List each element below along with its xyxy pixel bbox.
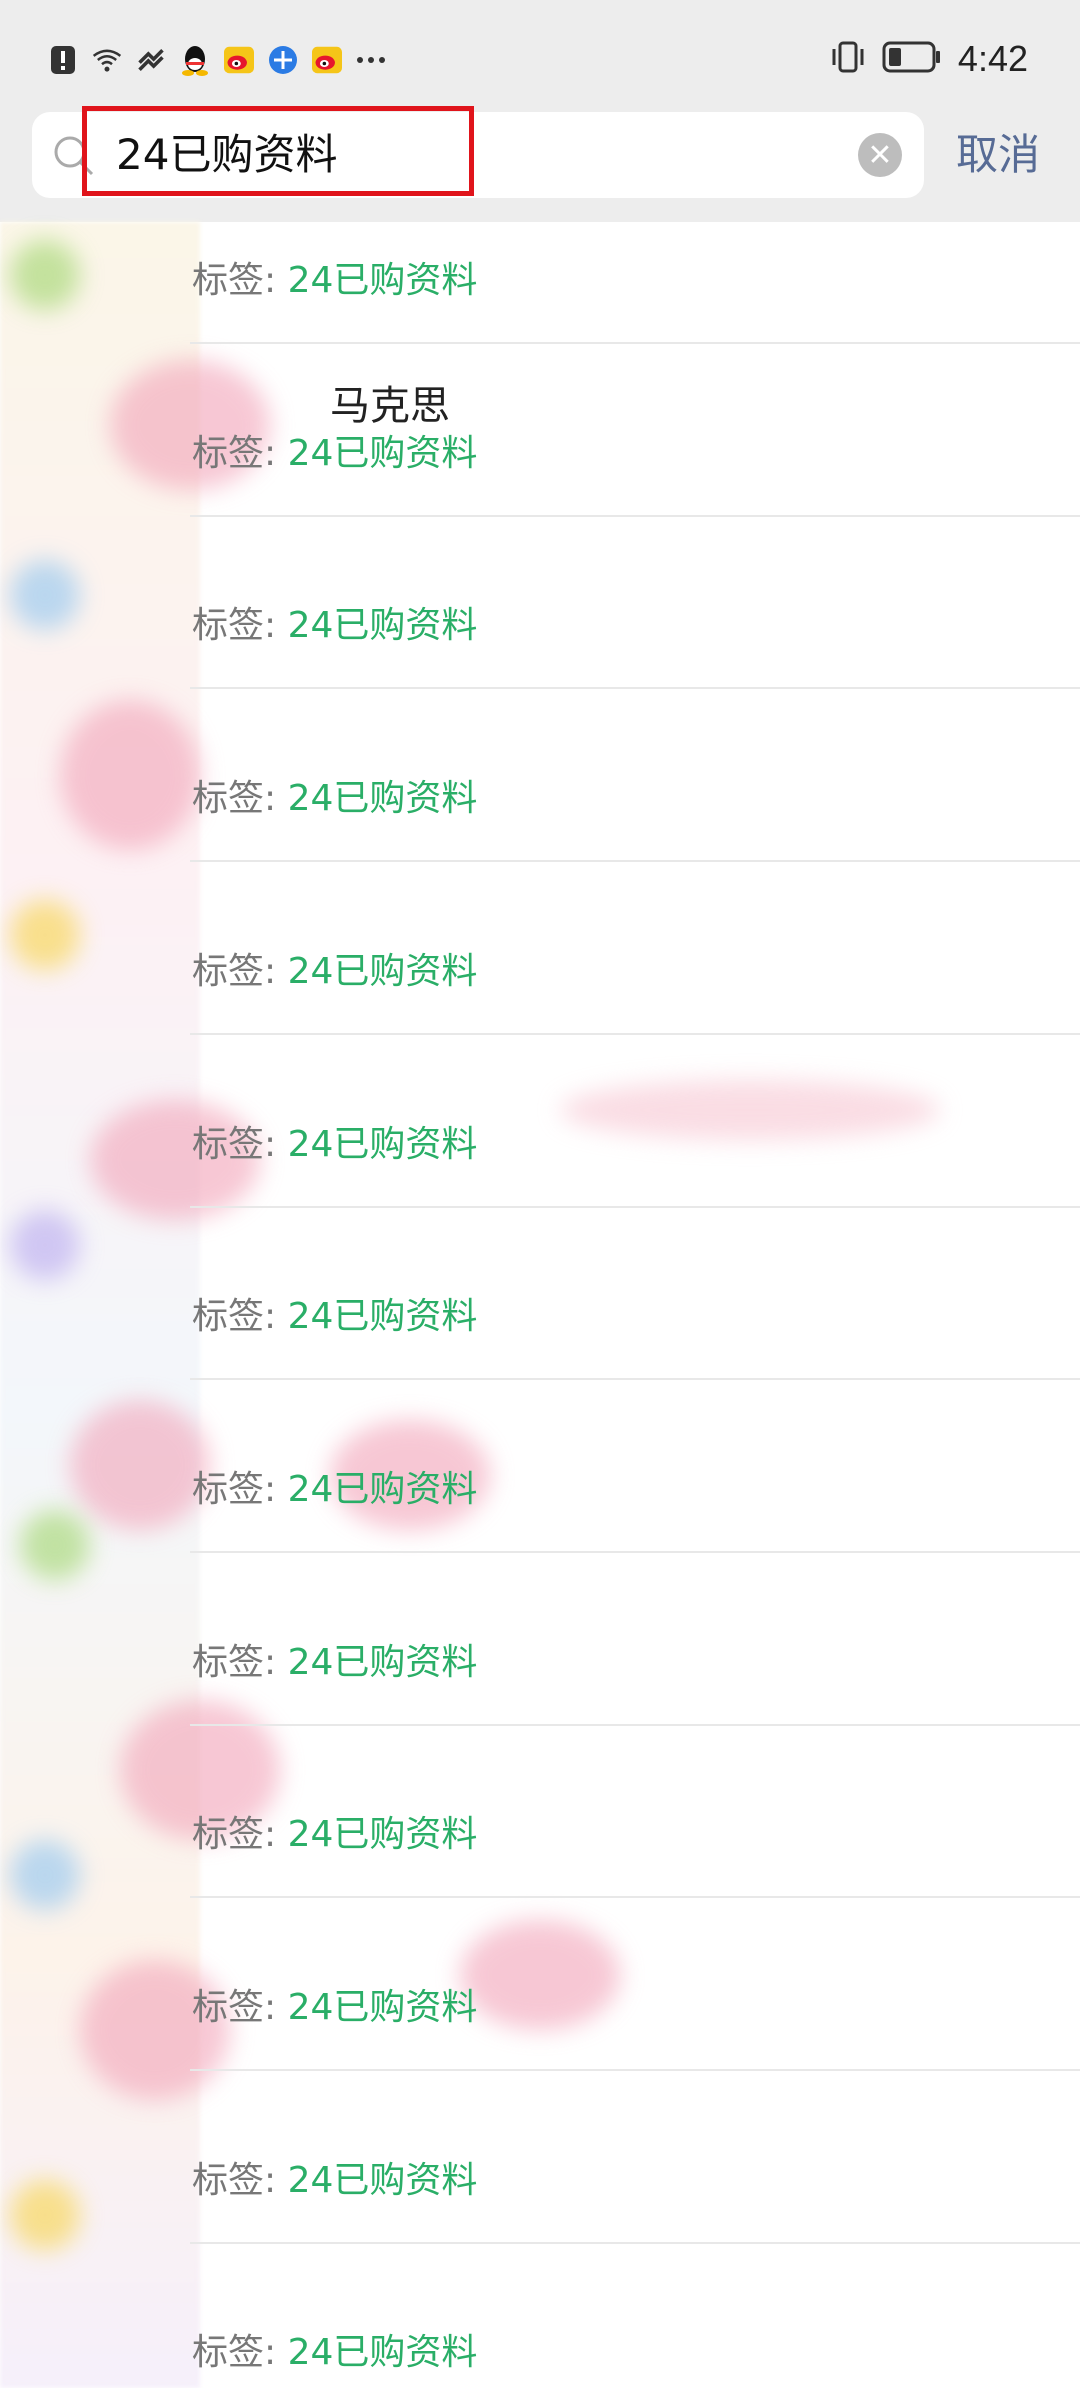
notification-icons xyxy=(48,38,386,82)
result-tag: 标签: 24已购资料 xyxy=(192,1638,477,1688)
weibo-icon xyxy=(224,45,254,75)
result-row[interactable]: 标签: 24已购资料 xyxy=(0,1036,1080,1208)
row-divider xyxy=(190,687,1080,690)
row-divider xyxy=(190,342,1080,344)
qq-icon xyxy=(180,45,210,76)
clock: 4:42 xyxy=(957,38,1028,79)
battery-icon xyxy=(882,41,942,77)
row-divider xyxy=(190,1032,1080,1035)
tag-label: 标签: xyxy=(192,1987,277,2028)
result-row[interactable]: 标签: 24已购资料 xyxy=(0,517,1080,690)
row-divider xyxy=(190,2069,1080,2071)
tag-label: 标签: xyxy=(192,950,277,992)
tag-label: 标签: xyxy=(192,260,277,301)
row-divider xyxy=(190,1723,1080,1726)
tag-label: 标签: xyxy=(192,1814,277,1856)
result-row[interactable]: 标签: 24已购资料 xyxy=(0,2072,1080,2244)
tag-value: 24已购资料 xyxy=(287,260,478,301)
tag-label: 标签: xyxy=(192,605,277,647)
row-divider xyxy=(190,1378,1080,1381)
result-title: 马克思 xyxy=(330,382,450,429)
result-row[interactable]: 标签: 24已购资料 xyxy=(0,222,1080,344)
result-tag: 标签: 24已购资料 xyxy=(192,601,477,651)
result-tag: 标签: 24已购资料 xyxy=(192,1983,477,2033)
result-tag: 标签: 24已购资料 xyxy=(192,774,477,824)
tag-label: 标签: xyxy=(192,1296,277,1338)
row-divider xyxy=(190,1550,1080,1553)
link-icon xyxy=(136,45,166,75)
row-divider xyxy=(190,1896,1080,1899)
result-row[interactable]: 标签: 24已购资料 xyxy=(0,1381,1080,1553)
tag-label: 标签: xyxy=(192,1468,277,1510)
row-divider xyxy=(190,860,1080,863)
search-input[interactable]: 24已购资料 xyxy=(116,124,476,186)
tag-value: 24已购资料 xyxy=(287,1641,478,1683)
result-row[interactable]: 马克思 标签: 24已购资料 xyxy=(0,345,1080,517)
tag-label: 标签: xyxy=(192,432,277,474)
tag-value: 24已购资料 xyxy=(287,1123,478,1165)
weibo-icon xyxy=(312,45,342,75)
result-row[interactable]: 标签: 24已购资料 xyxy=(0,1208,1080,1381)
search-header: 24已购资料 ✕ 取消 xyxy=(0,106,1080,222)
tag-label: 标签: xyxy=(192,1641,277,1683)
result-row[interactable]: 标签: 24已购资料 xyxy=(0,1726,1080,1899)
result-row[interactable]: 标签: 24已购资料 xyxy=(0,690,1080,863)
row-divider xyxy=(190,514,1080,517)
row-divider xyxy=(190,2241,1080,2244)
result-tag: 标签: 24已购资料 xyxy=(192,2328,477,2378)
tag-label: 标签: xyxy=(192,778,277,820)
tag-value: 24已购资料 xyxy=(287,2159,478,2201)
result-tag: 标签: 24已购资料 xyxy=(192,1120,477,1170)
tag-value: 24已购资料 xyxy=(287,778,478,820)
result-tag: 标签: 24已购资料 xyxy=(192,256,477,306)
search-results-list: 标签: 24已购资料 马克思 标签: 24已购资料 标签: 24已购资料 标签: 24已… xyxy=(0,222,1080,2388)
result-tag: 标签: 24已购资料 xyxy=(192,947,477,997)
more-dots-icon xyxy=(356,45,386,75)
tag-value: 24已购资料 xyxy=(287,2332,478,2374)
browser-icon xyxy=(268,45,298,75)
result-row[interactable]: 标签: 24已购资料 xyxy=(0,1899,1080,2071)
tag-value: 24已购资料 xyxy=(287,432,478,474)
result-row[interactable]: 标签: 24已购资料 xyxy=(0,2244,1080,2388)
tag-value: 24已购资料 xyxy=(287,950,478,992)
result-row[interactable]: 标签: 24已购资料 xyxy=(0,863,1080,1035)
cancel-button[interactable]: 取消 xyxy=(956,124,1040,186)
clear-search-icon[interactable]: ✕ xyxy=(858,133,902,177)
tag-value: 24已购资料 xyxy=(287,1814,478,1856)
tag-label: 标签: xyxy=(192,2332,277,2374)
wifi-icon xyxy=(92,45,122,75)
tag-label: 标签: xyxy=(192,1123,277,1165)
row-divider xyxy=(190,1205,1080,1208)
status-bar: 4:42 xyxy=(0,0,1080,112)
tag-value: 24已购资料 xyxy=(287,605,478,647)
result-tag: 标签: 24已购资料 xyxy=(192,2156,477,2206)
search-icon xyxy=(52,134,96,182)
tag-value: 24已购资料 xyxy=(287,1468,478,1510)
tag-value: 24已购资料 xyxy=(287,1296,478,1338)
alert-icon xyxy=(48,45,78,75)
result-tag: 标签: 24已购资料 xyxy=(192,1465,477,1515)
result-tag: 标签: 24已购资料 xyxy=(192,1810,477,1860)
vibrate-icon xyxy=(830,41,866,77)
system-status: 4:42 xyxy=(830,34,1028,84)
tag-value: 24已购资料 xyxy=(287,1987,478,2028)
result-tag: 标签: 24已购资料 xyxy=(192,1292,477,1342)
result-tag: 标签: 24已购资料 xyxy=(192,429,477,479)
tag-label: 标签: xyxy=(192,2159,277,2201)
result-row[interactable]: 标签: 24已购资料 xyxy=(0,1554,1080,1726)
search-box[interactable]: 24已购资料 ✕ xyxy=(32,106,924,198)
